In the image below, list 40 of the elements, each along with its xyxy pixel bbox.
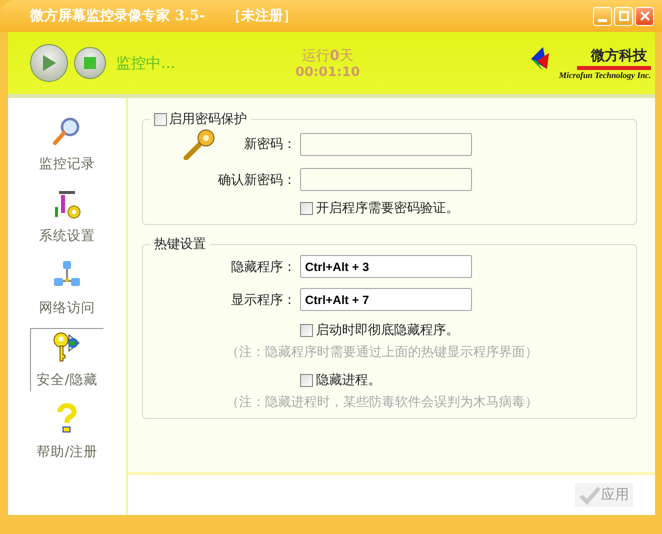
check-icon [579,485,601,505]
password-field[interactable] [300,168,472,191]
checkbox-label: 启动时即彻底隐藏程序。 [316,322,459,339]
checkbox[interactable] [300,202,313,214]
checkbox[interactable] [300,374,313,386]
runtime-text: 运行0天 [302,46,354,64]
key-icon [182,128,216,160]
close-icon [640,11,650,21]
password-field[interactable] [300,132,472,156]
checkbox[interactable] [154,112,167,126]
hotkey-field[interactable]: Ctrl+Alt + 7 [300,288,472,311]
logo-icon [531,46,549,70]
checkbox-label: 开启程序需要密码验证。 [316,200,459,217]
stop-button[interactable] [74,47,106,79]
maximize-button[interactable] [614,6,633,26]
maximize-icon [618,11,628,21]
note-text: （注：隐藏进程时，某些防毒软件会误判为木马病毒） [226,394,539,411]
logo-company: Microfun Technology Inc. [558,70,651,80]
field-label: 显示程序： [231,292,296,308]
window-title: 微方屏幕监控录像专家 3.5- [30,7,206,25]
play-button[interactable] [30,44,68,82]
minimize-icon [598,18,607,22]
field-label: 新密码： [244,136,296,153]
play-icon [41,54,57,72]
checkbox-label: 隐藏进程。 [316,372,381,389]
note-text: （注：隐藏程序时需要通过上面的热键显示程序界面） [226,344,539,361]
field-label: 隐藏程序： [231,258,296,276]
logo-name: 微方科技 [577,46,651,70]
timer-text: 00:01:10 [295,64,360,80]
registration-status: ［未注册］ [227,7,298,25]
hotkey-field[interactable]: Ctrl+Alt + 3 [300,255,472,278]
status-text: 监控中... [116,54,176,72]
close-button[interactable] [635,6,654,26]
stop-icon [84,57,96,69]
sidebar-item[interactable]: 安全/隐藏 [30,328,104,392]
checkbox[interactable] [300,324,313,336]
field-label: 确认新密码： [218,172,296,188]
password-protection-label: 启用密码保护 [169,111,247,128]
group-title: 热键设置 [154,236,206,253]
minimize-button[interactable] [593,6,612,26]
